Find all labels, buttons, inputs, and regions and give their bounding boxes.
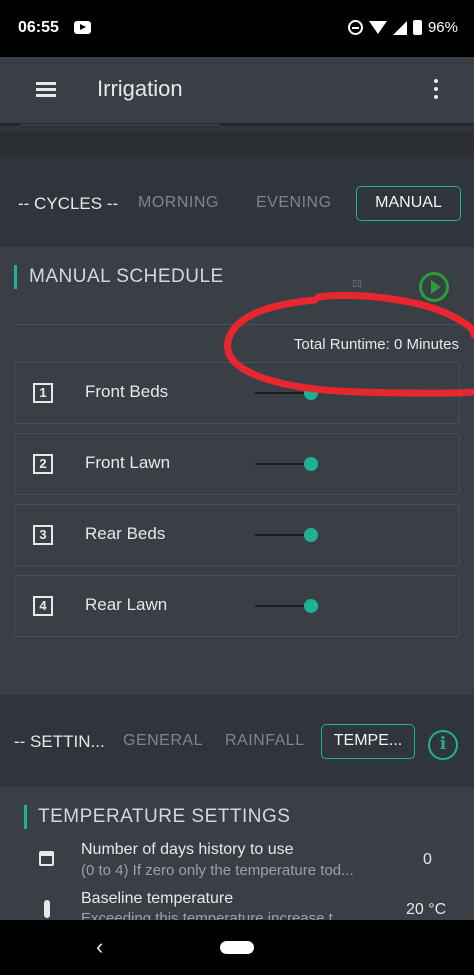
setting-title-baseline-temperature[interactable]: Baseline temperature xyxy=(81,890,233,908)
setting-desc-days-history: (0 to 4) If zero only the temperature to… xyxy=(81,862,354,879)
cycles-tab-bar: -- CYCLES -- MORNING EVENING MANUAL xyxy=(0,157,474,247)
calendar-icon xyxy=(39,851,54,866)
cycles-label: -- CYCLES -- xyxy=(18,194,119,213)
zone-label: Front Beds xyxy=(85,382,169,401)
signal-icon xyxy=(392,20,407,35)
play-icon[interactable] xyxy=(419,272,449,302)
tab-morning[interactable]: MORNING xyxy=(138,194,219,212)
tab-temperature[interactable]: TEMPE... xyxy=(321,724,415,759)
wifi-icon xyxy=(368,21,387,34)
app-bar: Irrigation xyxy=(0,57,474,123)
section-accent xyxy=(14,265,17,289)
zone-slider-track[interactable] xyxy=(255,605,311,607)
thermometer-icon xyxy=(44,900,50,918)
status-icons: 96% xyxy=(347,19,458,36)
zone-slider-track[interactable] xyxy=(255,534,311,536)
settings-tab-bar: -- SETTIN... GENERAL RAINFALL TEMPE... xyxy=(0,695,474,787)
zone-number-badge: 1 xyxy=(33,383,53,403)
status-bar: 06:55 96% xyxy=(0,0,474,57)
total-runtime: Total Runtime: 0 Minutes xyxy=(293,336,459,353)
back-icon[interactable]: ‹ xyxy=(96,934,103,960)
section-accent xyxy=(24,805,27,829)
zone-number-badge: 3 xyxy=(33,525,53,545)
zone-slider-track[interactable] xyxy=(255,392,311,394)
zone-slider-knob[interactable] xyxy=(304,599,318,613)
zone-label: Rear Lawn xyxy=(85,595,168,614)
page-title: Irrigation xyxy=(97,76,183,101)
tab-manual[interactable]: MANUAL xyxy=(356,186,461,221)
setting-value-baseline-temperature[interactable]: 20 °C xyxy=(406,901,446,919)
more-options-icon[interactable] xyxy=(434,79,438,99)
setting-desc-baseline-temperature: Exceeding this temperature increase t... xyxy=(81,910,346,920)
zone-row-front-lawn: 2 Front Lawn xyxy=(14,433,460,495)
hamburger-menu-icon[interactable] xyxy=(36,82,56,97)
zone-label: Rear Beds xyxy=(85,524,166,543)
status-time: 06:55 xyxy=(18,19,59,36)
edit-schedule-icon[interactable]: ▯▯ xyxy=(352,278,362,289)
manual-schedule-title: MANUAL SCHEDULE xyxy=(29,266,224,287)
info-icon[interactable]: i xyxy=(428,730,458,760)
scrolled-section-peek xyxy=(0,123,474,131)
home-gesture-pill[interactable] xyxy=(220,941,254,954)
zone-number-badge: 2 xyxy=(33,454,53,474)
setting-title-days-history[interactable]: Number of days history to use xyxy=(81,841,294,859)
zone-slider-track[interactable] xyxy=(255,463,311,465)
zone-row-front-beds: 1 Front Beds xyxy=(14,362,460,424)
divider xyxy=(14,324,460,325)
zone-slider-knob[interactable] xyxy=(304,528,318,542)
do-not-disturb-icon xyxy=(347,20,363,35)
zone-row-rear-lawn: 4 Rear Lawn xyxy=(14,575,460,637)
zone-number-badge: 4 xyxy=(33,596,53,616)
battery-icon xyxy=(412,20,422,35)
zone-row-rear-beds: 3 Rear Beds xyxy=(14,504,460,566)
setting-value-days-history[interactable]: 0 xyxy=(423,851,432,869)
battery-percent: 96% xyxy=(427,19,458,36)
tab-evening[interactable]: EVENING xyxy=(256,194,332,212)
peek-divider xyxy=(20,123,220,126)
tab-general[interactable]: GENERAL xyxy=(123,732,203,750)
settings-label: -- SETTIN... xyxy=(14,732,105,751)
tab-rainfall[interactable]: RAINFALL xyxy=(225,732,305,750)
zone-slider-knob[interactable] xyxy=(304,457,318,471)
zone-label: Front Lawn xyxy=(85,453,171,472)
system-nav-bar: ‹ xyxy=(0,920,474,975)
youtube-notification-icon xyxy=(74,21,91,34)
zone-slider-knob[interactable] xyxy=(304,386,318,400)
temperature-settings-title: TEMPERATURE SETTINGS xyxy=(38,806,291,827)
